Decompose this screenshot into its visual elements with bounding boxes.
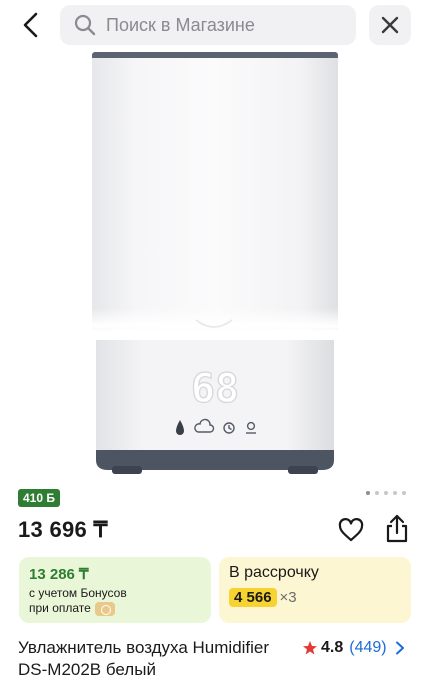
installment-card[interactable]: В рассрочку 4 566 ×3 — [219, 557, 411, 623]
bonus-note-line2: при оплате — [29, 601, 91, 615]
installment-multiplier: ×3 — [279, 589, 297, 606]
back-button[interactable] — [14, 8, 48, 42]
close-icon — [381, 16, 399, 34]
humidity-display: 68 — [191, 366, 239, 412]
chevron-right-icon — [395, 641, 404, 655]
bonus-note-line1: с учетом Бонусов — [29, 586, 127, 600]
favorite-button[interactable] — [336, 515, 366, 545]
bonus-note: с учетом Бонусов при оплате — [29, 586, 201, 616]
search-icon — [74, 14, 96, 36]
review-count: (449) — [349, 639, 387, 656]
share-button[interactable] — [382, 513, 412, 545]
bonus-coin-icon — [94, 601, 115, 616]
bonus-note-line2-wrap: при оплате — [29, 601, 201, 616]
search-bar[interactable] — [60, 5, 356, 45]
installment-title: В рассрочку — [229, 564, 319, 581]
pager-dot — [402, 491, 406, 495]
search-input[interactable] — [106, 14, 336, 36]
pager-dot — [384, 491, 388, 495]
bonus-badge: 410 Б — [18, 489, 60, 507]
rating-value: 4.8 — [321, 639, 344, 656]
chevron-left-icon — [23, 12, 38, 38]
pager-dot — [393, 491, 397, 495]
rating-link[interactable]: 4.8 (449) — [302, 637, 405, 659]
installment-amount: 4 566 — [229, 588, 277, 607]
bonus-price-card[interactable]: 13 286 ₸ с учетом Бонусов при оплате — [19, 557, 211, 623]
share-icon — [386, 514, 408, 543]
bonus-price: 13 286 ₸ — [29, 566, 89, 583]
installment-row: 4 566 ×3 — [229, 588, 401, 607]
product-image-gallery[interactable]: 68 — [0, 50, 429, 480]
pager-dot — [375, 491, 379, 495]
heart-icon — [338, 518, 364, 542]
product-title-line2: DS-M202B белый — [18, 660, 156, 679]
top-bar — [0, 0, 429, 50]
close-button[interactable] — [369, 5, 411, 45]
product-image: 68 — [80, 52, 350, 474]
star-icon — [303, 641, 317, 655]
gallery-pager — [366, 491, 406, 495]
pager-dot — [366, 491, 370, 495]
product-price: 13 696 ₸ — [18, 517, 108, 542]
